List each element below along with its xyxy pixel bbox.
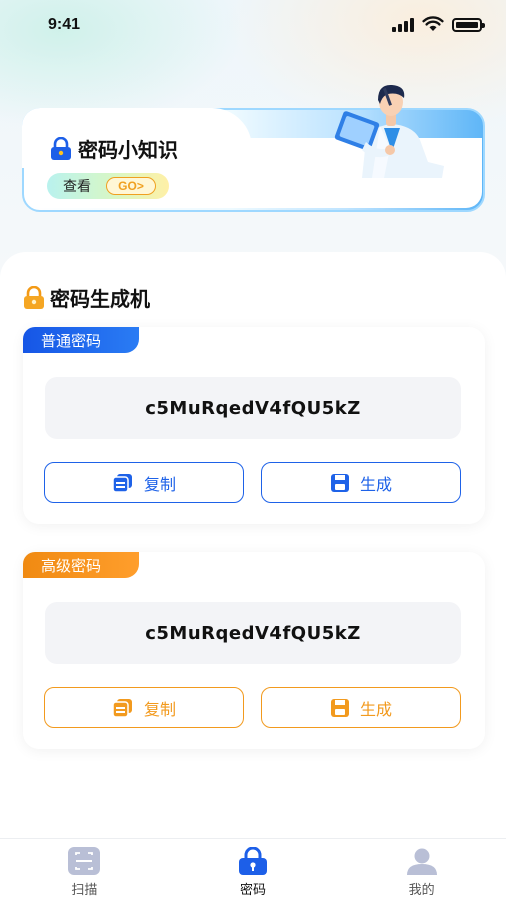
- password-type-tag: 普通密码: [23, 327, 139, 353]
- tab-label: 我的: [408, 883, 435, 898]
- tab-scan[interactable]: 扫描: [0, 839, 169, 900]
- copy-label: 复制: [143, 474, 176, 494]
- password-type-tag: 高级密码: [23, 552, 139, 578]
- banner-title-text: 密码小知识: [78, 138, 178, 162]
- battery-icon: [452, 18, 485, 32]
- tab-label: 密码: [240, 883, 267, 898]
- lock-icon: [239, 847, 267, 875]
- tab-password[interactable]: 密码: [169, 839, 338, 900]
- status-bar: 9:41: [0, 0, 506, 50]
- view-button[interactable]: 查看 GO>: [47, 173, 169, 199]
- tab-profile[interactable]: 我的: [337, 839, 506, 900]
- view-label: 查看: [63, 179, 91, 195]
- generate-label: 生成: [359, 699, 392, 719]
- tab-bar: 扫描 密码 我的: [0, 838, 506, 900]
- copy-label: 复制: [143, 699, 176, 719]
- status-time: 9:41: [48, 16, 81, 33]
- copy-icon: [112, 473, 132, 493]
- advanced-password-card: 高级密码 c5MuRqedV4fQU5kZ 复制 生成: [23, 552, 485, 749]
- generate-button[interactable]: 生成: [261, 462, 461, 503]
- save-icon: [330, 473, 349, 492]
- password-display[interactable]: c5MuRqedV4fQU5kZ: [45, 602, 461, 664]
- generator-title: 密码生成机: [22, 283, 150, 312]
- profile-icon: [406, 848, 437, 875]
- copy-icon: [112, 698, 132, 718]
- cellular-signal-icon: [392, 18, 416, 32]
- lock-icon: [24, 285, 44, 309]
- banner-title: 密码小知识: [50, 134, 178, 163]
- copy-button[interactable]: 复制: [44, 462, 244, 503]
- generator-title-text: 密码生成机: [50, 287, 150, 311]
- password-display[interactable]: c5MuRqedV4fQU5kZ: [45, 377, 461, 439]
- tab-label: 扫描: [71, 883, 98, 898]
- go-badge: GO>: [106, 177, 156, 195]
- scan-icon: [68, 847, 101, 875]
- wifi-icon: [422, 16, 444, 31]
- normal-password-card: 普通密码 c5MuRqedV4fQU5kZ 复制 生成: [23, 327, 485, 524]
- doctor-illustration: [334, 84, 444, 178]
- lock-icon: [51, 136, 71, 160]
- copy-button[interactable]: 复制: [44, 687, 244, 728]
- generate-label: 生成: [359, 474, 392, 494]
- save-icon: [330, 698, 349, 717]
- generate-button[interactable]: 生成: [261, 687, 461, 728]
